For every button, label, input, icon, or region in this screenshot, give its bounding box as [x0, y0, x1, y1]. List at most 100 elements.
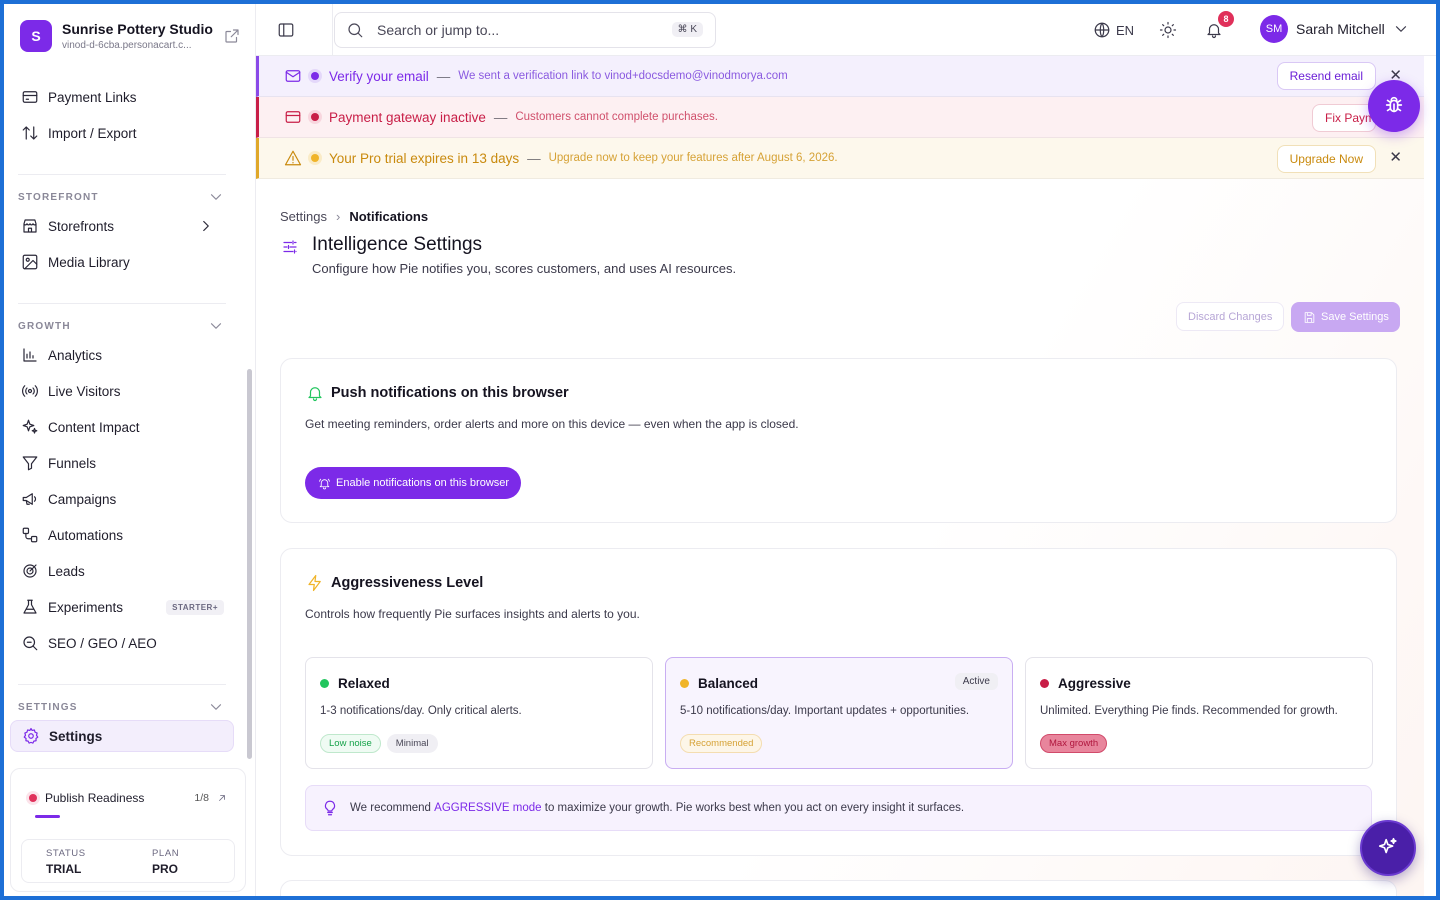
search-icon: [20, 633, 40, 653]
store-icon: [20, 216, 40, 236]
chevron-right-icon: [196, 216, 216, 236]
user-menu[interactable]: SM Sarah Mitchell: [1260, 15, 1411, 43]
chevron-down-icon[interactable]: [206, 316, 226, 336]
mail-icon: [283, 66, 303, 86]
aggressiveness-card: Aggressiveness Level Controls how freque…: [280, 548, 1397, 856]
tag: Minimal: [386, 734, 438, 753]
arrows-up-down-icon: [20, 123, 40, 143]
enable-notifications-button[interactable]: Enable notifications on this browser: [305, 467, 522, 499]
globe-icon: [1092, 20, 1112, 40]
sidebar-item-experiments[interactable]: Experiments STARTER+: [10, 591, 234, 623]
verify-email-banner: Verify your email — We sent a verificati…: [256, 56, 1424, 97]
sparkles-icon: [1377, 836, 1399, 861]
recommendation-tip: We recommend AGGRESSIVE mode to maximize…: [305, 785, 1372, 831]
status-value: TRIAL: [46, 862, 82, 876]
section-growth[interactable]: GROWTH: [18, 318, 226, 334]
ai-assistant-button[interactable]: [1360, 820, 1416, 876]
trial-banner: Your Pro trial expires in 13 days — Upgr…: [256, 138, 1424, 179]
sidebar-item-storefronts[interactable]: Storefronts: [10, 210, 234, 242]
sidebar-item-payment-links[interactable]: Payment Links: [10, 81, 234, 113]
sidebar-item-settings[interactable]: Settings: [10, 720, 234, 752]
arrow-up-right-icon[interactable]: [215, 791, 229, 805]
upgrade-now-button[interactable]: Upgrade Now: [1276, 145, 1376, 173]
sliders-icon: [280, 237, 300, 257]
sidebar-item-leads[interactable]: Leads: [10, 555, 234, 587]
card-description: Get meeting reminders, order alerts and …: [305, 417, 799, 431]
card-description: Controls how frequently Pie surfaces ins…: [305, 607, 640, 621]
status-dot: [29, 794, 37, 802]
sidebar-item-live-visitors[interactable]: Live Visitors: [10, 375, 234, 407]
sidebar-scrollbar[interactable]: [247, 369, 252, 759]
close-icon[interactable]: ✕: [1389, 148, 1402, 166]
target-icon: [20, 561, 40, 581]
search-input[interactable]: Search or jump to... ⌘ K: [334, 12, 716, 48]
aggressive-mode-link[interactable]: AGGRESSIVE mode: [434, 802, 541, 814]
section-storefront[interactable]: STOREFRONT: [18, 189, 226, 205]
readiness-count: 1/8: [194, 792, 209, 804]
chevron-down-icon: [1391, 19, 1411, 39]
bell-ring-icon: [317, 476, 331, 490]
chevron-down-icon[interactable]: [206, 187, 226, 207]
lightning-icon: [305, 573, 325, 593]
tag: Low noise: [320, 734, 381, 753]
sidebar-item-media-library[interactable]: Media Library: [10, 246, 234, 278]
brand-name: Sunrise Pottery Studio: [62, 21, 213, 37]
lightbulb-icon: [320, 798, 340, 818]
sidebar-item-campaigns[interactable]: Campaigns: [10, 483, 234, 515]
discard-changes-button[interactable]: Discard Changes: [1176, 302, 1285, 331]
avatar: SM: [1260, 15, 1288, 43]
sun-icon[interactable]: [1158, 20, 1178, 40]
credit-card-icon: [283, 107, 303, 127]
sidebar-item-import-export[interactable]: Import / Export: [10, 117, 234, 149]
funnel-icon: [20, 453, 40, 473]
sidebar-item-analytics[interactable]: Analytics: [10, 339, 234, 371]
level-option-balanced[interactable]: Balanced Active 5-10 notifications/day. …: [665, 657, 1013, 769]
tag: Max growth: [1040, 734, 1108, 753]
page-title: Intelligence Settings: [312, 234, 483, 255]
language-switcher[interactable]: EN: [1092, 20, 1134, 40]
bug-report-button[interactable]: [1368, 80, 1420, 132]
gear-icon: [21, 726, 41, 746]
page-subtitle: Configure how Pie notifies you, scores c…: [312, 261, 737, 276]
tag: Recommended: [680, 734, 763, 753]
brand[interactable]: S Sunrise Pottery Studio vinod-d-6cba.pe…: [20, 18, 242, 54]
level-option-aggressive[interactable]: Aggressive Unlimited. Everything Pie fin…: [1025, 657, 1373, 769]
sidebar-item-content-impact[interactable]: Content Impact: [10, 411, 234, 443]
fix-payment-button[interactable]: Fix Payment: [1312, 104, 1376, 132]
main-content: Settings › Notifications Intelligence Se…: [256, 179, 1424, 896]
plan-summary: STATUS TRIAL PLAN PRO: [21, 839, 235, 883]
resend-email-button[interactable]: Resend email: [1276, 62, 1376, 90]
divider: [18, 684, 226, 685]
topbar: Search or jump to... ⌘ K EN 8 SM Sarah M…: [256, 4, 1436, 56]
flask-icon: [20, 597, 40, 617]
bar-chart-icon: [20, 345, 40, 365]
sidebar-item-automations[interactable]: Automations: [10, 519, 234, 551]
broadcast-icon: [20, 381, 40, 401]
payment-gateway-banner: Payment gateway inactive — Customers can…: [256, 97, 1424, 138]
push-notifications-card: Push notifications on this browser Get m…: [280, 358, 1397, 523]
external-link-icon[interactable]: [222, 26, 242, 46]
brand-url: vinod-d-6cba.personacart.c...: [62, 40, 192, 51]
breadcrumb-current: Notifications: [349, 209, 429, 224]
notification-badge: 8: [1218, 11, 1234, 27]
level-option-relaxed[interactable]: Relaxed 1-3 notifications/day. Only crit…: [305, 657, 653, 769]
sparkles-icon: [20, 417, 40, 437]
sidebar-toggle-icon[interactable]: [276, 20, 296, 40]
chevron-down-icon[interactable]: [206, 697, 226, 717]
next-settings-card: [280, 880, 1397, 896]
brand-logo: S: [20, 20, 52, 52]
section-settings[interactable]: SETTINGS: [18, 699, 226, 715]
card-title: Push notifications on this browser: [331, 385, 569, 401]
bell-icon: [305, 383, 325, 403]
breadcrumb-settings[interactable]: Settings: [280, 209, 327, 224]
sidebar: S Sunrise Pottery Studio vinod-d-6cba.pe…: [4, 4, 256, 896]
save-icon: [1302, 310, 1316, 324]
publish-readiness-card[interactable]: Publish Readiness 1/8 STATUS TRIAL PLAN …: [10, 768, 246, 892]
divider: [18, 174, 226, 175]
sidebar-item-funnels[interactable]: Funnels: [10, 447, 234, 479]
sidebar-item-seo[interactable]: SEO / GEO / AEO: [10, 627, 234, 659]
app-window: S Sunrise Pottery Studio vinod-d-6cba.pe…: [4, 4, 1436, 896]
user-name: Sarah Mitchell: [1296, 21, 1385, 37]
card-title: Aggressiveness Level: [331, 575, 484, 591]
save-settings-button[interactable]: Save Settings: [1291, 302, 1400, 332]
